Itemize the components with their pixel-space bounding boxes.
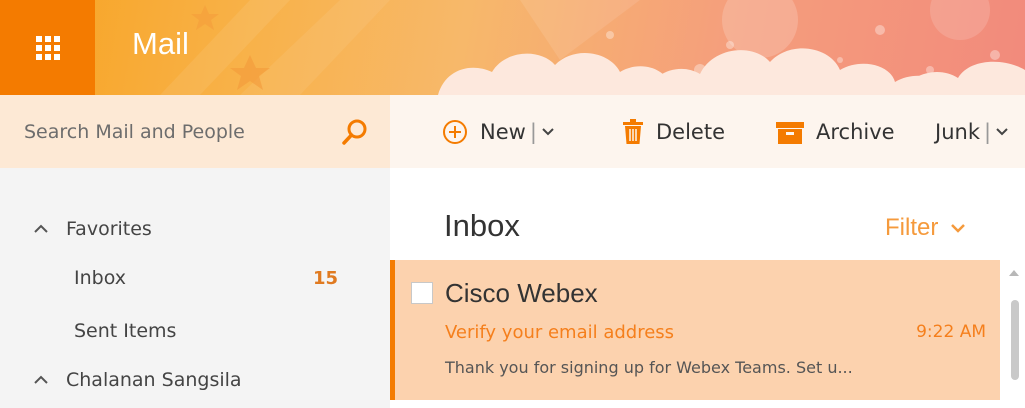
message-checkbox[interactable] xyxy=(411,282,433,304)
message-time: 9:22 AM xyxy=(916,322,986,342)
page-title: Inbox xyxy=(444,208,520,243)
account-header[interactable]: Chalanan Sangsila xyxy=(0,360,390,400)
archive-label: Archive xyxy=(816,120,895,144)
message-list-pane: Inbox Filter Cisco Webex Verify your ema… xyxy=(390,168,1025,408)
unread-count-badge: 15 xyxy=(313,267,339,289)
delete-label: Delete xyxy=(656,120,725,144)
archive-icon xyxy=(776,122,804,144)
separator: | xyxy=(983,120,992,144)
app-title: Mail xyxy=(132,26,189,61)
favorites-header[interactable]: Favorites xyxy=(0,209,390,249)
sidebar-item-label: Inbox xyxy=(74,267,126,289)
junk-label: Junk xyxy=(935,120,980,144)
search-icon xyxy=(342,119,367,145)
chevron-up-icon xyxy=(34,375,48,384)
filter-button[interactable]: Filter xyxy=(885,214,966,242)
search-button[interactable] xyxy=(340,117,370,147)
message-preview: Thank you for signing up for Webex Teams… xyxy=(445,358,853,377)
message-list-item[interactable]: Cisco Webex Verify your email address 9:… xyxy=(390,260,1000,400)
chevron-up-icon xyxy=(34,224,48,233)
new-button[interactable]: New | xyxy=(442,113,567,151)
folder-pane: Favorites Inbox 15 Sent Items Chalanan S… xyxy=(0,95,390,408)
message-sender: Cisco Webex xyxy=(445,278,598,308)
trash-icon xyxy=(623,119,643,144)
search-input[interactable] xyxy=(22,113,326,151)
delete-button[interactable]: Delete xyxy=(622,113,725,151)
chevron-down-icon[interactable] xyxy=(995,127,1009,137)
scroll-up-arrow[interactable] xyxy=(1008,268,1020,278)
search-bar xyxy=(0,95,390,168)
account-label: Chalanan Sangsila xyxy=(66,369,242,391)
new-label: New xyxy=(480,120,526,144)
sidebar-item-label: Sent Items xyxy=(74,320,177,342)
scrollbar-thumb[interactable] xyxy=(1011,300,1019,380)
chevron-down-icon xyxy=(951,224,966,233)
message-subject: Verify your email address xyxy=(445,322,675,343)
archive-button[interactable]: Archive xyxy=(776,113,895,151)
app-header: Mail xyxy=(0,0,1025,95)
filter-label: Filter xyxy=(885,214,939,241)
command-bar: New | Delete Archive Junk | xyxy=(390,95,1025,168)
chevron-down-icon[interactable] xyxy=(541,127,555,137)
junk-button[interactable]: Junk | xyxy=(935,113,1021,151)
separator: | xyxy=(529,120,537,144)
app-launcher-icon xyxy=(35,35,60,60)
favorites-label: Favorites xyxy=(66,218,152,240)
plus-circle-icon xyxy=(443,120,467,144)
app-launcher-button[interactable] xyxy=(0,0,95,95)
